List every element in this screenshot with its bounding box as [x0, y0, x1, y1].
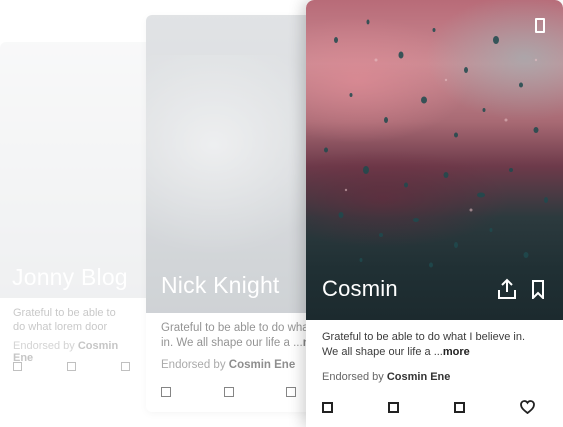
endorser-name[interactable]: Cosmin Ene	[387, 371, 451, 383]
description-line: Grateful to be able to do what I believe…	[322, 331, 526, 343]
card-body: Grateful to be able to do what in. We al…	[146, 321, 316, 412]
square-icon[interactable]	[223, 387, 234, 397]
rain-drops	[324, 19, 548, 268]
card-photo	[0, 42, 146, 298]
card-body: Grateful to be able to do what lorem doo…	[0, 306, 146, 387]
endorsement: Endorsed by Cosmin Ene	[322, 371, 547, 383]
bookmark-icon[interactable]	[531, 280, 545, 299]
heart-icon[interactable]	[520, 400, 535, 414]
square-icon[interactable]	[388, 401, 399, 413]
description-text: We all shape our life a ...	[322, 346, 443, 358]
card-name: Cosmin	[322, 276, 398, 301]
description-line: do what lorem door	[13, 321, 108, 333]
profile-card-cosmin[interactable]: Cosmin Grateful to be able to do what I …	[306, 0, 563, 427]
square-icon[interactable]	[13, 362, 22, 371]
share-icon[interactable]	[496, 278, 518, 300]
square-icon[interactable]	[322, 401, 333, 413]
square-icon[interactable]	[161, 387, 171, 397]
card-actions	[322, 400, 535, 414]
endorser-name[interactable]: Cosmin Ene	[229, 359, 295, 371]
endorsed-label: Endorsed by	[161, 359, 229, 371]
card-photo	[306, 0, 563, 320]
card-photo	[146, 15, 316, 313]
profile-card-nick-knight[interactable]: Nick Knight Grateful to be able to do wh…	[146, 15, 316, 412]
card-actions	[13, 362, 130, 371]
square-icon[interactable]	[67, 362, 76, 371]
more-link[interactable]: more	[443, 346, 470, 358]
description-line: We all shape our life a ...more	[322, 345, 547, 360]
description-line: Grateful to be able to do what	[161, 322, 312, 334]
description-line: Grateful to be able to	[13, 307, 116, 319]
endorsement: Endorsed by Cosmin Ene	[13, 340, 133, 364]
square-icon[interactable]	[286, 387, 296, 397]
square-icon[interactable]	[454, 401, 465, 413]
card-description: Grateful to be able to do what in. We al…	[161, 321, 316, 351]
description-line: in. We all shape our life a ...more	[161, 336, 316, 351]
card-name: Nick Knight	[161, 272, 280, 298]
endorsed-label: Endorsed by	[13, 340, 78, 352]
endorsed-label: Endorsed by	[322, 371, 387, 383]
profile-card-jonny-blog[interactable]: Jonny Blog Grateful to be able to do wha…	[0, 42, 146, 387]
endorsement: Endorsed by Cosmin Ene	[161, 359, 301, 371]
card-description: Grateful to be able to do what lorem doo…	[13, 306, 133, 334]
card-description: Grateful to be able to do what I believe…	[322, 330, 547, 360]
description-text: in. We all shape our life a ...	[161, 337, 303, 349]
square-icon[interactable]	[121, 362, 130, 371]
phone-icon[interactable]	[535, 18, 545, 33]
card-name: Jonny Blog	[12, 264, 128, 290]
card-actions	[161, 387, 296, 397]
